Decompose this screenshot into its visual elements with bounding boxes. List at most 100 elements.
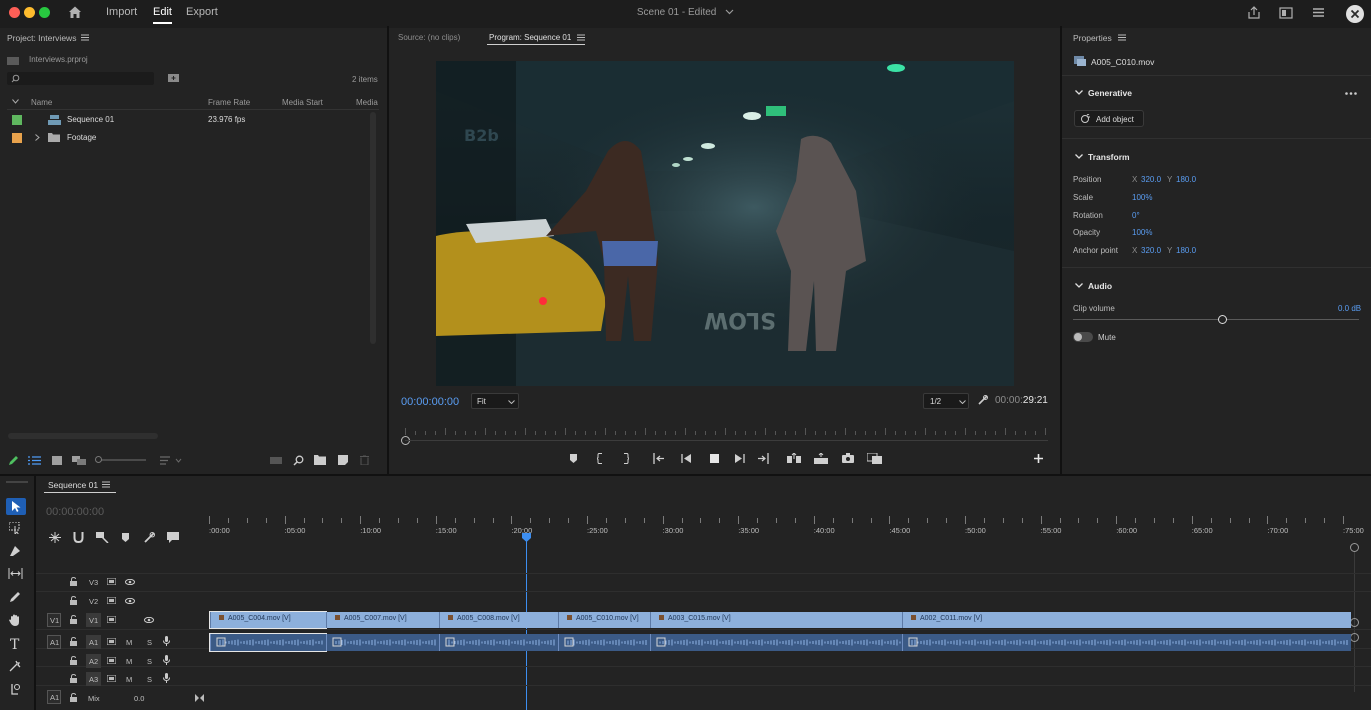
video-clip[interactable]: A005_C008.mov [V] — [439, 612, 558, 628]
audio-clip[interactable] — [439, 634, 558, 651]
clip-volume-slider[interactable] — [1073, 319, 1359, 320]
track-label-a2[interactable]: A2 — [89, 657, 98, 666]
track-select-icon[interactable] — [9, 522, 23, 534]
mute-button-a2[interactable]: M — [126, 657, 132, 666]
step-forward-icon[interactable] — [734, 454, 745, 463]
zoom-handle-video[interactable] — [1350, 618, 1359, 627]
mute-button-a1[interactable]: M — [126, 638, 132, 647]
marker-icon[interactable] — [569, 454, 578, 463]
solo-button-a3[interactable]: S — [147, 675, 152, 684]
playhead-marker[interactable] — [522, 533, 531, 542]
mix-value[interactable]: 0.0 — [134, 694, 144, 703]
find-icon[interactable] — [293, 455, 304, 466]
go-to-end-icon[interactable] — [195, 694, 204, 702]
timeline-timecode[interactable]: 00:00:00:00 — [46, 506, 104, 518]
mute-toggle[interactable] — [1073, 332, 1093, 342]
mark-out-icon[interactable] — [623, 453, 629, 464]
solo-button-a1[interactable]: S — [147, 638, 152, 647]
audio-section-title[interactable]: Audio — [1088, 281, 1112, 291]
lock-icon[interactable] — [70, 693, 77, 702]
chevron-down-icon[interactable] — [12, 99, 19, 104]
tab-source[interactable]: Source: (no clips) — [398, 33, 460, 42]
mark-in-icon[interactable] — [597, 453, 603, 464]
icon-view-icon[interactable] — [52, 456, 62, 465]
track-label-a3[interactable]: A3 — [89, 675, 98, 684]
sync-lock-icon[interactable] — [107, 578, 116, 585]
clip-volume-value[interactable]: 0.0 dB — [1338, 304, 1361, 313]
video-clip[interactable]: A005_C010.mov [V] — [558, 612, 650, 628]
new-bin-icon[interactable] — [314, 455, 326, 465]
video-clip[interactable]: A005_C007.mov [V] — [326, 612, 439, 628]
wrench-icon[interactable] — [978, 395, 988, 405]
sort-icon[interactable] — [160, 456, 182, 465]
new-bin-icon[interactable] — [168, 73, 179, 82]
panel-divider[interactable] — [387, 26, 389, 476]
step-back-icon[interactable] — [681, 454, 692, 463]
eye-icon[interactable] — [125, 579, 135, 585]
video-clip[interactable]: A003_C015.mov [V] — [650, 612, 902, 628]
position-x-value[interactable]: 320.0 — [1141, 175, 1161, 184]
transform-section-title[interactable]: Transform — [1088, 152, 1130, 162]
workspace-menu-icon[interactable] — [1312, 7, 1325, 18]
resolution-select[interactable]: 1/2 — [923, 393, 969, 409]
zoom-handle-top[interactable] — [1350, 543, 1359, 552]
lock-icon[interactable] — [70, 596, 77, 605]
source-patch-v1[interactable]: V1 — [47, 613, 61, 627]
sync-lock-icon[interactable] — [107, 597, 116, 604]
video-clip[interactable]: A005_C004.mov [V] — [209, 611, 327, 629]
scrubber-track[interactable] — [405, 440, 1048, 441]
snap-nest-icon[interactable] — [49, 532, 61, 543]
tab-sequence[interactable]: Sequence 01 — [48, 480, 98, 490]
panel-menu-icon[interactable] — [1118, 34, 1126, 41]
program-time-ruler[interactable] — [405, 426, 1048, 438]
add-marker-icon[interactable] — [121, 533, 130, 542]
type-tool-icon[interactable]: T — [10, 637, 19, 653]
pen-tool-icon[interactable] — [9, 591, 21, 603]
close-icon[interactable] — [1346, 5, 1364, 23]
chevron-down-icon[interactable] — [1075, 90, 1083, 95]
go-to-in-icon[interactable] — [653, 453, 665, 464]
eye-icon[interactable] — [144, 617, 154, 623]
eye-icon[interactable] — [125, 598, 135, 604]
hand-icon[interactable] — [9, 614, 21, 626]
automate-icon[interactable] — [270, 457, 282, 464]
chevron-down-icon[interactable] — [725, 9, 734, 15]
list-item[interactable]: Sequence 01 23.976 fps — [7, 112, 377, 129]
comparison-view-icon[interactable] — [867, 453, 882, 464]
share-icon[interactable] — [1247, 6, 1261, 19]
panel-divider[interactable] — [34, 476, 36, 710]
anchor-x-value[interactable]: 320.0 — [1141, 246, 1161, 255]
fit-select[interactable]: Fit — [471, 393, 519, 409]
solo-button-a2[interactable]: S — [147, 657, 152, 666]
trash-icon[interactable] — [360, 455, 369, 465]
audio-clip[interactable] — [650, 634, 902, 651]
list-item[interactable]: Footage — [7, 130, 377, 147]
lock-icon[interactable] — [70, 577, 77, 586]
mute-button-a3[interactable]: M — [126, 675, 132, 684]
add-button-icon[interactable] — [1034, 454, 1043, 463]
chevron-down-icon[interactable] — [1075, 154, 1083, 159]
audio-clip[interactable] — [902, 634, 1351, 651]
rotation-value[interactable]: 0° — [1132, 211, 1140, 220]
sync-lock-icon[interactable] — [107, 675, 116, 682]
label-color-swatch[interactable] — [12, 133, 22, 143]
more-options-icon[interactable] — [1345, 92, 1357, 95]
ripple-edit-icon[interactable] — [9, 545, 21, 557]
program-video-frame[interactable]: B2b SLOW — [436, 61, 1014, 386]
extract-icon[interactable] — [814, 453, 828, 464]
position-y-value[interactable]: 180.0 — [1176, 175, 1196, 184]
column-frame-rate[interactable]: Frame Rate — [208, 98, 250, 107]
selection-tool[interactable] — [6, 498, 26, 515]
rate-stretch-icon[interactable] — [9, 683, 21, 695]
timeline-ruler[interactable]: :00:00:05:00:10:00:15:00:20:00:25:00:30:… — [209, 504, 1364, 535]
freeform-view-icon[interactable] — [72, 456, 86, 465]
chevron-down-icon[interactable] — [1075, 283, 1083, 288]
slip-icon[interactable] — [8, 568, 23, 579]
opacity-value[interactable]: 100% — [1132, 228, 1152, 237]
track-label-a1[interactable]: A1 — [89, 638, 98, 647]
add-object-button[interactable]: Add object — [1074, 110, 1144, 127]
tab-program[interactable]: Program: Sequence 01 — [489, 33, 571, 42]
column-media-start[interactable]: Media Start — [282, 98, 323, 107]
track-label-v1[interactable]: V1 — [89, 616, 98, 625]
sync-lock-icon[interactable] — [107, 657, 116, 664]
